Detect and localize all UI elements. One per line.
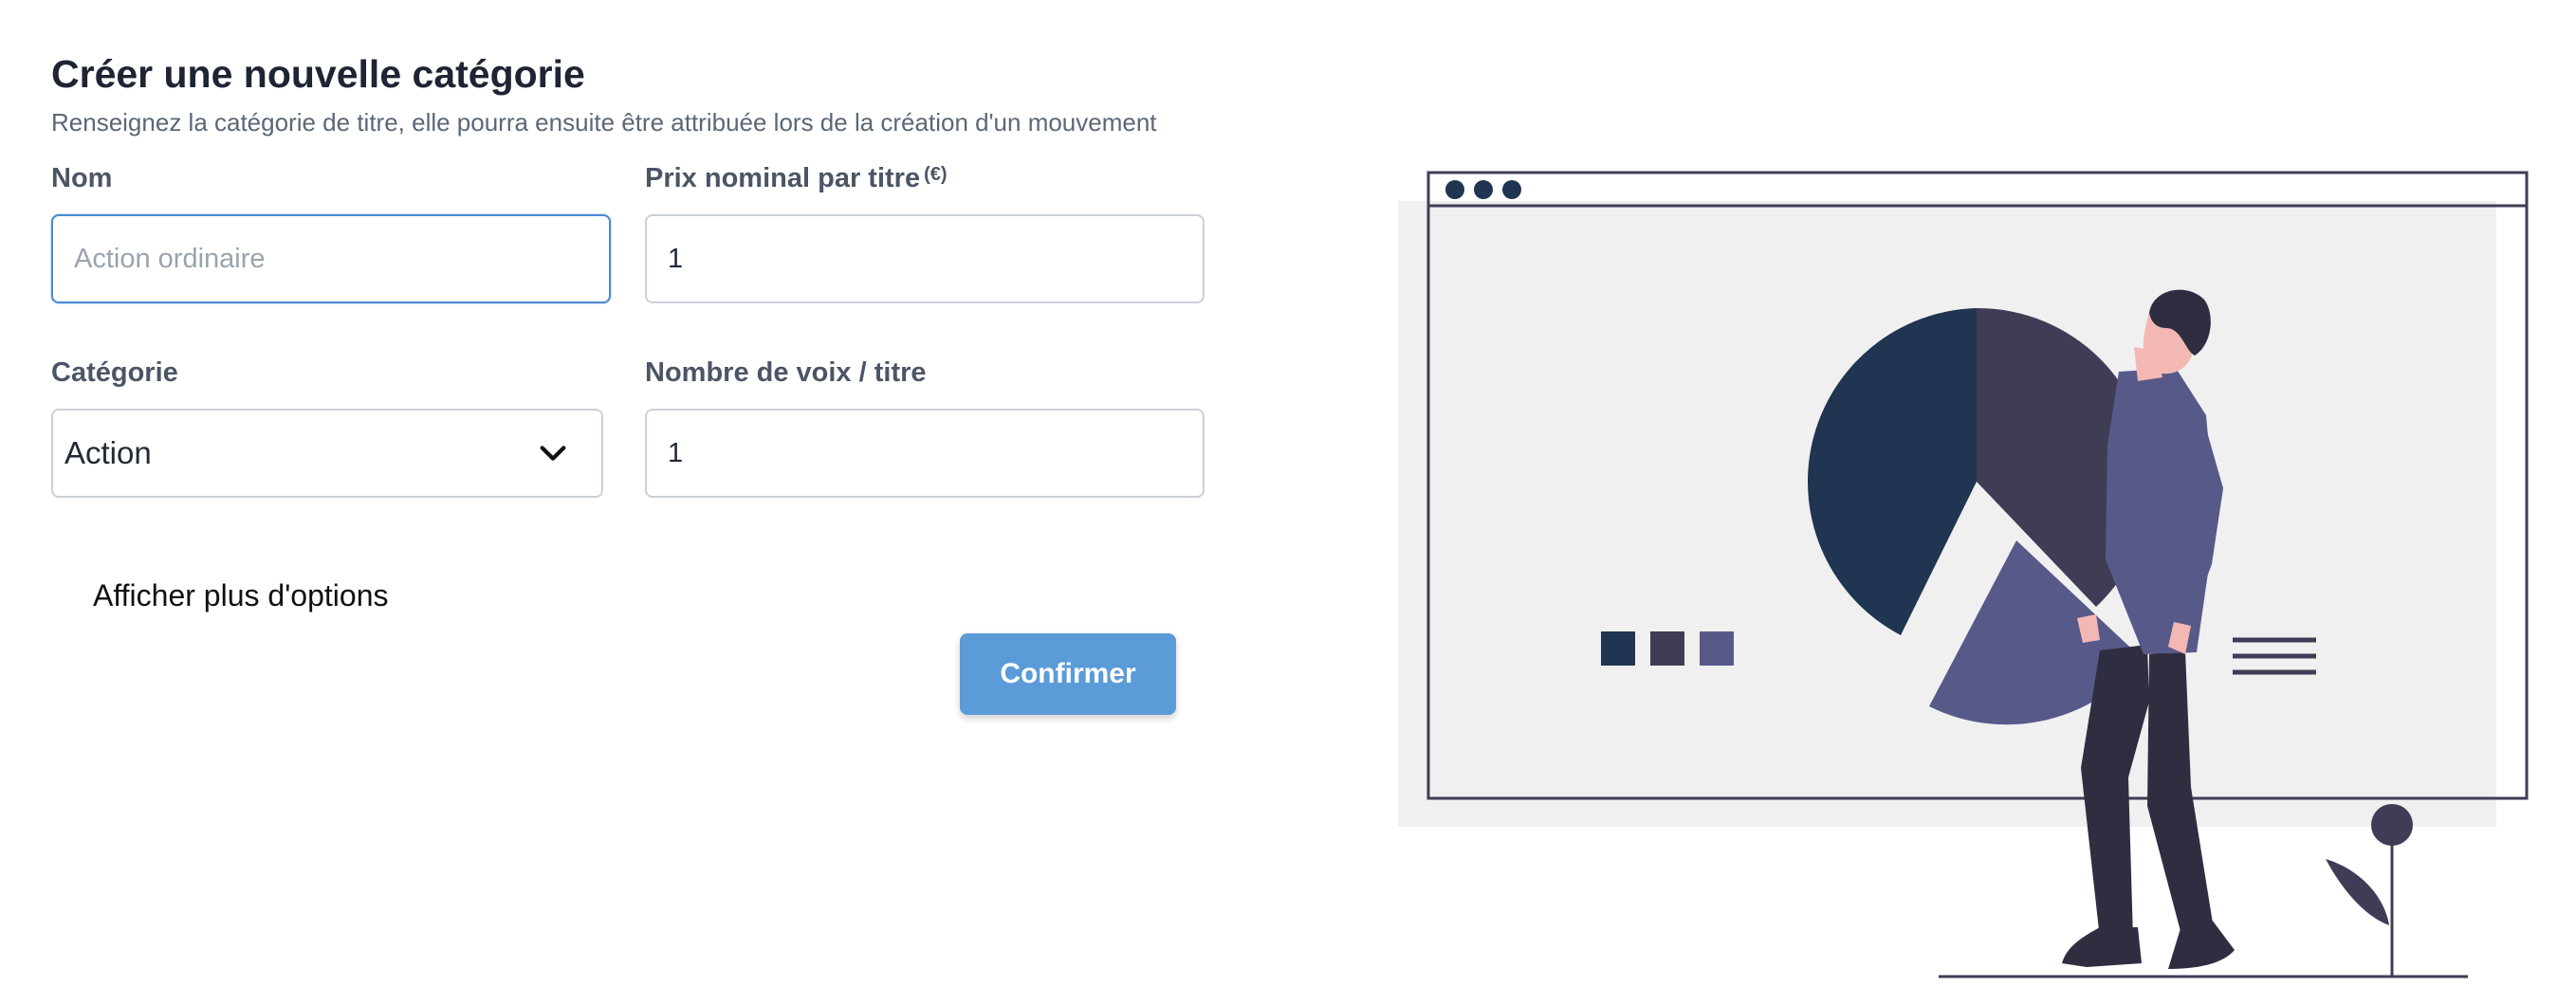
plant-graphic bbox=[2326, 804, 2413, 977]
name-label: Nom bbox=[51, 163, 113, 193]
category-field: Catégorie bbox=[51, 356, 611, 390]
nominal-price-field: Prix nominal par titre (€) bbox=[645, 161, 1205, 195]
category-select-value: Action bbox=[64, 435, 152, 470]
show-more-options-link[interactable]: Afficher plus d'options bbox=[93, 578, 388, 613]
votes-input[interactable] bbox=[645, 409, 1205, 498]
name-field: Nom bbox=[51, 161, 611, 195]
page: Créer une nouvelle catégorie Renseignez … bbox=[0, 0, 2576, 1005]
nominal-price-label-text: Prix nominal par titre bbox=[645, 163, 921, 193]
currency-unit-label: (€) bbox=[924, 164, 948, 185]
nominal-price-input[interactable] bbox=[645, 214, 1205, 303]
page-title: Créer une nouvelle catégorie bbox=[51, 52, 585, 96]
page-subtitle: Renseignez la catégorie de titre, elle p… bbox=[51, 108, 1157, 137]
confirm-button[interactable]: Confirmer bbox=[960, 633, 1176, 715]
window-dot-icon bbox=[1502, 180, 1521, 199]
name-input[interactable] bbox=[51, 214, 611, 303]
chevron-down-icon bbox=[540, 446, 566, 461]
nominal-price-label: Prix nominal par titre (€) bbox=[645, 161, 1205, 195]
person-viewing-pie-chart-illustration bbox=[1398, 171, 2529, 978]
votes-field: Nombre de voix / titre bbox=[645, 356, 1205, 390]
votes-label: Nombre de voix / titre bbox=[645, 357, 927, 388]
window-dot-icon bbox=[1474, 180, 1493, 199]
window-dot-icon bbox=[1445, 180, 1464, 199]
category-select[interactable]: Action bbox=[51, 409, 603, 498]
category-label: Catégorie bbox=[51, 357, 178, 388]
legend-squares-graphic bbox=[1601, 631, 1734, 666]
create-category-form: Créer une nouvelle catégorie Renseignez … bbox=[51, 46, 1227, 138]
